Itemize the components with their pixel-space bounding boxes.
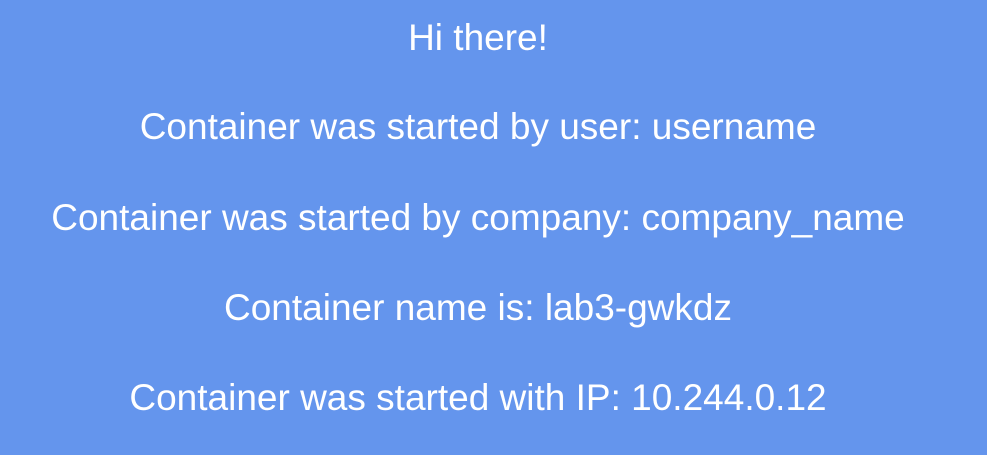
started-by-user-text: Container was started by user: username — [139, 106, 817, 147]
started-by-company-text: Container was started by company: compan… — [51, 197, 905, 238]
container-ip-text: Container was started with IP: 10.244.0.… — [129, 377, 827, 418]
greeting-text: Hi there! — [408, 17, 548, 58]
container-name-text: Container name is: lab3-gwkdz — [224, 287, 732, 328]
page-body: Hi there! Container was started by user:… — [0, 0, 987, 455]
